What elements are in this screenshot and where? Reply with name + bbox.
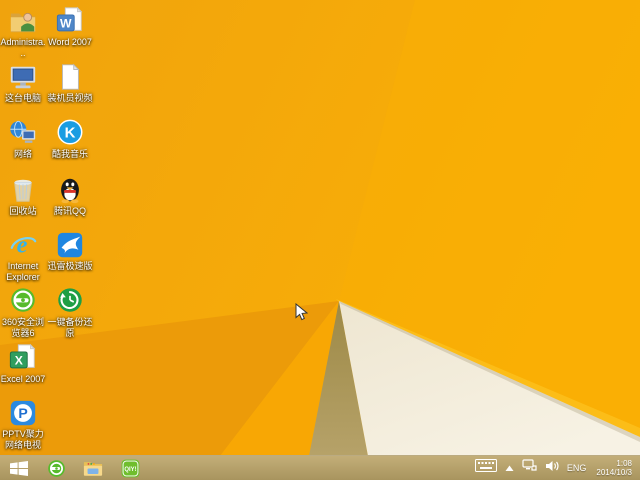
svg-text:K: K <box>65 125 76 142</box>
touch-keyboard-button[interactable] <box>474 459 497 477</box>
start-button[interactable] <box>9 459 29 478</box>
icon-label: Internet Explorer <box>6 261 40 282</box>
desktop-icon-excel-2007[interactable]: X Excel 2007 <box>0 343 46 385</box>
desktop-icon-backup-restore[interactable]: 一键备份还原 <box>47 286 93 339</box>
desktop-icon-xunlei[interactable]: 迅雷极速版 <box>47 230 93 272</box>
desktop-icon-pptv[interactable]: P PPTV聚力 网络电视 <box>0 398 46 451</box>
clock[interactable]: 1:08 2014/10/3 <box>594 459 634 477</box>
file-explorer-icon <box>83 461 103 476</box>
system-tray: ENG 1:08 2014/10/3 <box>474 459 640 477</box>
icon-label: Administra... <box>0 37 46 58</box>
volume-tray-button[interactable] <box>545 459 559 477</box>
network-tray-button[interactable] <box>522 459 537 477</box>
desktop-icon-network[interactable]: 网络 <box>0 118 46 160</box>
desktop-icon-tencent-qq[interactable]: 腾讯QQ <box>47 175 93 217</box>
speaker-icon <box>545 461 559 471</box>
icon-label: 这台电脑 <box>4 93 41 103</box>
desktop-icon-360-browser[interactable]: 360安全浏览器6 <box>0 286 46 339</box>
icon-label: 网络 <box>13 149 32 159</box>
iqiyi-icon: QIY! <box>121 459 139 477</box>
excel-icon: X <box>9 343 36 369</box>
taskbar-left: QIY! <box>0 459 475 478</box>
computer-icon <box>10 66 36 89</box>
folder-user-icon <box>10 12 36 33</box>
desktop-icon-this-pc[interactable]: 这台电脑 <box>0 62 46 104</box>
icon-label: Excel 2007 <box>0 374 46 384</box>
xunlei-bird-icon <box>57 232 83 258</box>
network-globe-icon <box>10 120 36 143</box>
svg-text:P: P <box>18 405 27 421</box>
pptv-icon: P <box>10 400 36 426</box>
360-browser-icon <box>11 288 35 312</box>
recycle-bin-icon <box>14 179 32 202</box>
word-icon: W <box>56 6 83 32</box>
show-hidden-icons-button[interactable] <box>505 459 514 477</box>
icon-label: 迅雷极速版 <box>47 261 93 271</box>
windows-logo-icon <box>10 460 28 476</box>
desktop: Administra... W Word 2007 这台电脑 装机员视频 网络 … <box>0 0 640 480</box>
chevron-up-icon <box>505 465 514 471</box>
desktop-icon-admin-folder[interactable]: Administra... <box>0 6 46 59</box>
svg-text:e: e <box>17 232 28 259</box>
icon-label: 一键备份还原 <box>47 317 93 338</box>
wallpaper <box>0 0 640 480</box>
icon-label: 装机员视频 <box>47 93 93 103</box>
desktop-icon-video-file[interactable]: 装机员视频 <box>47 62 93 104</box>
language-indicator[interactable]: ENG <box>567 463 587 473</box>
ie-icon: e <box>10 232 37 259</box>
desktop-icon-kuwo-music[interactable]: K 酷我音乐 <box>47 118 93 160</box>
icon-label: 腾讯QQ <box>53 206 86 216</box>
taskbar-app-360-browser[interactable] <box>46 459 66 478</box>
icon-label: Word 2007 <box>48 37 92 47</box>
desktop-icon-internet-explorer[interactable]: e Internet Explorer <box>0 230 46 283</box>
qq-penguin-icon <box>61 178 79 204</box>
360-browser-icon <box>47 459 65 477</box>
icon-label: 酷我音乐 <box>51 149 88 159</box>
desktop-icon-word-2007[interactable]: W Word 2007 <box>47 6 93 48</box>
taskbar-app-iqiyi[interactable]: QIY! <box>120 459 140 478</box>
clock-time: 1:08 <box>616 459 632 468</box>
svg-text:QIY!: QIY! <box>124 467 136 473</box>
kuwo-k-icon: K <box>57 119 83 145</box>
svg-text:X: X <box>15 354 24 368</box>
icon-label: 360安全浏览器6 <box>1 317 45 338</box>
desktop-icon-recycle-bin[interactable]: 回收站 <box>0 175 46 217</box>
icon-label: PPTV聚力 网络电视 <box>2 429 44 450</box>
icon-label: 回收站 <box>9 206 37 216</box>
svg-text:W: W <box>60 17 72 31</box>
clock-date: 2014/10/3 <box>596 468 632 477</box>
taskbar: QIY! ENG 1:08 2014/10/3 <box>0 455 640 480</box>
file-icon <box>62 63 80 90</box>
backup-restore-icon <box>58 288 82 312</box>
keyboard-icon <box>474 459 497 472</box>
network-status-icon <box>522 459 537 471</box>
taskbar-app-file-explorer[interactable] <box>83 459 103 478</box>
